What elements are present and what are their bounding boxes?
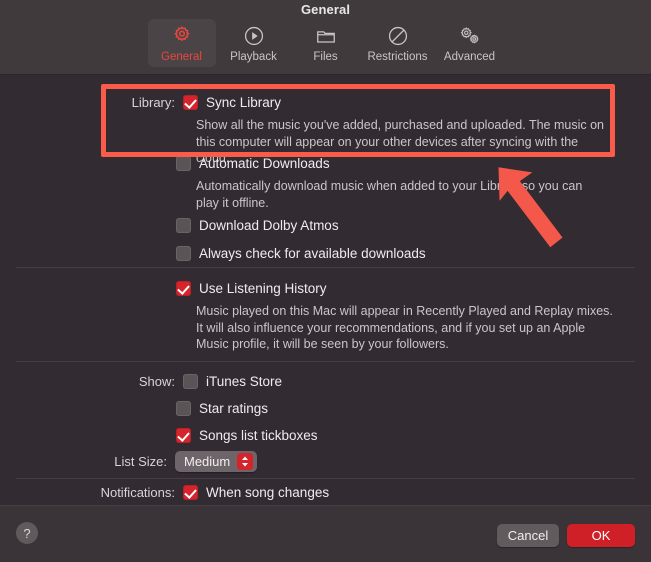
library-label: Library: [131,95,175,110]
preferences-tab-bar: General Playback Files Restrictions Adva… [0,19,651,67]
songs-list-tickboxes-checkbox[interactable] [176,428,191,443]
notifications-label: Notifications: [100,485,175,500]
show-label: Show: [138,374,175,389]
tab-playback[interactable]: Playback [220,19,288,67]
automatic-downloads-label: Automatic Downloads [199,156,330,171]
list-size-label: List Size: [114,454,167,469]
divider-1 [16,267,635,268]
ok-button[interactable]: OK [567,524,635,547]
row-show: Show: iTunes Store [0,374,282,389]
tab-files-label: Files [313,51,338,63]
when-song-changes-checkbox-row[interactable]: When song changes [183,485,329,500]
help-button[interactable]: ? [16,522,38,544]
always-check-label: Always check for available downloads [199,246,426,261]
songs-list-tickboxes-label: Songs list tickboxes [199,428,318,443]
tab-files[interactable]: Files [292,19,360,67]
itunes-store-checkbox[interactable] [183,374,198,389]
list-size-dropdown[interactable]: Medium [175,451,258,472]
sync-library-checkbox[interactable] [183,95,198,110]
list-size-value: Medium [184,454,231,469]
folder-icon [315,23,337,49]
gear-icon [170,23,194,49]
dolby-atmos-checkbox-row[interactable]: Download Dolby Atmos [176,218,339,233]
chevron-up-down-icon [237,453,254,470]
when-song-changes-checkbox[interactable] [183,485,198,500]
listening-history-checkbox[interactable] [176,281,191,296]
divider-2 [16,361,635,362]
automatic-downloads-checkbox-row[interactable]: Automatic Downloads [176,156,330,171]
tab-general[interactable]: General [147,19,216,67]
star-ratings-label: Star ratings [199,401,269,416]
star-ratings-checkbox[interactable] [176,401,191,416]
automatic-downloads-description: Automatically download music when added … [196,179,583,210]
row-notifications: Notifications: When song changes [0,485,329,500]
tab-playback-label: Playback [230,51,277,63]
always-check-checkbox-row[interactable]: Always check for available downloads [176,246,426,261]
play-circle-icon [243,23,265,49]
always-check-checkbox[interactable] [176,246,191,261]
dolby-atmos-checkbox[interactable] [176,218,191,233]
itunes-store-label: iTunes Store [206,374,283,389]
tab-advanced[interactable]: Advanced [436,19,504,67]
cancel-button[interactable]: Cancel [497,524,559,547]
songs-list-tickboxes-checkbox-row[interactable]: Songs list tickboxes [176,428,318,443]
row-list-size: List Size: Medium [0,451,258,472]
when-song-changes-label: When song changes [206,485,330,500]
listening-history-label: Use Listening History [199,281,327,296]
window-title: General [300,2,351,17]
preferences-content: Library: Sync Library Show all the music… [0,75,651,505]
sync-library-label: Sync Library [206,95,282,110]
tab-advanced-label: Advanced [443,51,496,63]
dolby-atmos-label: Download Dolby Atmos [199,218,339,233]
listening-history-description: Music played on this Mac will appear in … [196,304,613,351]
automatic-downloads-checkbox[interactable] [176,156,191,171]
double-gear-icon [457,23,483,49]
row-sync-library: Library: Sync Library [0,95,281,110]
itunes-store-checkbox-row[interactable]: iTunes Store [183,374,282,389]
preferences-toolbar: General General Playback Files Restricti… [0,0,651,75]
star-ratings-checkbox-row[interactable]: Star ratings [176,401,268,416]
music-preferences-window: General General Playback Files Restricti… [0,0,651,562]
no-entry-icon [387,23,409,49]
sync-library-checkbox-row[interactable]: Sync Library [183,95,281,110]
divider-3 [16,478,635,479]
tab-restrictions-label: Restrictions [367,51,428,63]
tab-restrictions[interactable]: Restrictions [364,19,432,67]
tab-general-label: General [161,51,202,63]
listening-history-checkbox-row[interactable]: Use Listening History [176,281,327,296]
